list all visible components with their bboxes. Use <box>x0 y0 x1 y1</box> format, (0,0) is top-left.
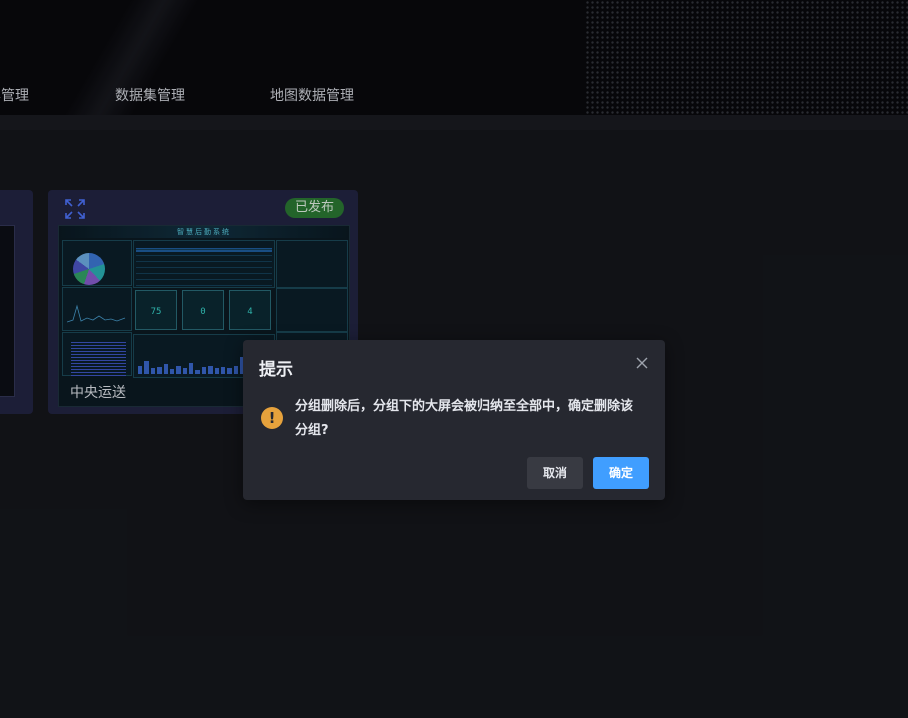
dialog-title: 提示 <box>259 360 293 380</box>
close-icon[interactable] <box>635 356 649 370</box>
warning-icon: ! <box>261 407 283 429</box>
cancel-button[interactable]: 取消 <box>527 457 583 489</box>
dialog-message: 分组删除后，分组下的大屏会被归纳至全部中，确定删除该分组? <box>295 399 634 438</box>
confirm-dialog: 提示 ! 分组删除后，分组下的大屏会被归纳至全部中，确定删除该分组? 取消 确定 <box>243 340 665 500</box>
confirm-button[interactable]: 确定 <box>593 457 649 489</box>
